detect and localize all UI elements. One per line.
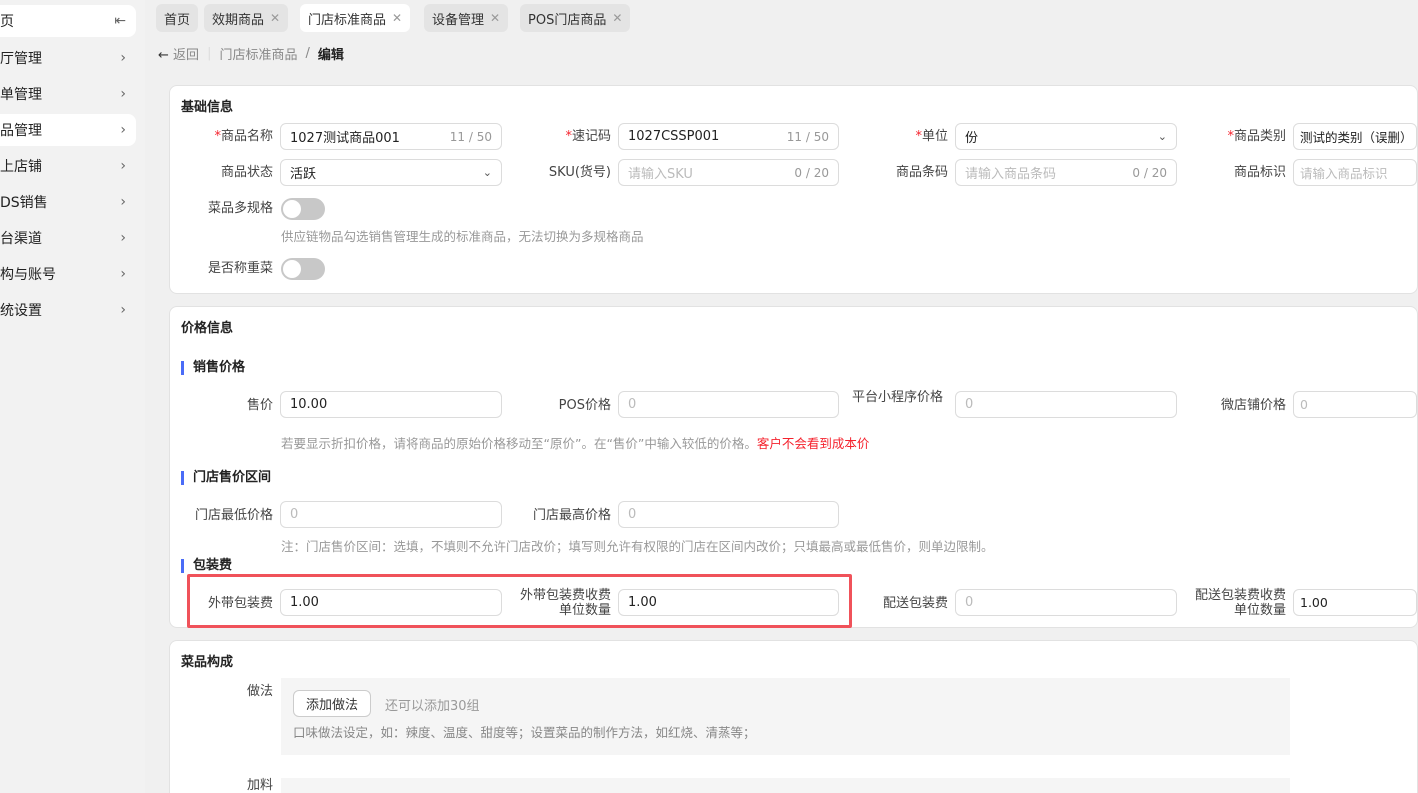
tab-device[interactable]: 设备管理 ✕ bbox=[424, 4, 509, 32]
section-title: 价格信息 bbox=[181, 321, 234, 336]
name-input[interactable]: 1027测试商品001 11 / 50 bbox=[280, 123, 502, 150]
chevron-down-icon: ⌄ bbox=[1157, 130, 1167, 143]
chevron-right-icon: › bbox=[120, 266, 126, 282]
chevron-right-icon: › bbox=[120, 230, 126, 246]
subsection-title: 销售价格 bbox=[181, 361, 245, 375]
chevron-right-icon: › bbox=[120, 86, 126, 102]
subsection-title: 包装费 bbox=[181, 559, 232, 573]
sidebar-item[interactable]: 品管理 › bbox=[0, 114, 136, 146]
subsection-title: 门店售价区间 bbox=[181, 471, 271, 485]
mark-input[interactable]: 请输入商品标识 bbox=[1293, 159, 1417, 186]
wx-price-input[interactable]: 0 bbox=[1293, 391, 1417, 418]
chevron-right-icon: › bbox=[120, 122, 126, 138]
mini-price-input[interactable]: 0 bbox=[955, 391, 1177, 418]
chevron-right-icon: › bbox=[120, 158, 126, 174]
sidebar-item[interactable]: 构与账号 › bbox=[0, 258, 136, 290]
sidebar: 页 ⇤ 厅管理 › 单管理 › 品管理 › 上店铺 › DS销售 › 台渠道 › 构与账号 › … bbox=[0, 0, 145, 793]
delivery-pack-input[interactable]: 0 bbox=[955, 589, 1177, 616]
close-icon[interactable]: ✕ bbox=[612, 11, 622, 25]
tab-store-standard[interactable]: 门店标准商品 ✕ bbox=[300, 4, 411, 32]
price-info-card: 价格信息 销售价格 售价 10.00 POS价格 0 平台小程序价格 0 微店铺… bbox=[169, 306, 1418, 628]
min-price-input[interactable]: 0 bbox=[280, 501, 502, 528]
back-button[interactable]: ← 返回 bbox=[158, 44, 199, 63]
sidebar-item[interactable]: 上店铺 › bbox=[0, 150, 136, 182]
chevron-right-icon: › bbox=[120, 302, 126, 318]
sale-price-input[interactable]: 10.00 bbox=[280, 391, 502, 418]
chevron-down-icon: ⌄ bbox=[482, 166, 492, 179]
close-icon[interactable]: ✕ bbox=[392, 11, 402, 25]
breadcrumb: ← 返回 | 门店标准商品 / 编辑 bbox=[158, 44, 344, 63]
add-method-button[interactable]: 添加做法 bbox=[293, 690, 372, 717]
chevron-right-icon: › bbox=[120, 50, 126, 66]
takeout-unit-input[interactable]: 1.00 bbox=[618, 589, 839, 616]
sidebar-item[interactable]: 统设置 › bbox=[0, 294, 136, 326]
pos-price-input[interactable]: 0 bbox=[618, 391, 839, 418]
arrow-left-icon: ← bbox=[158, 48, 169, 63]
sku-input[interactable]: 请输入SKU 0 / 20 bbox=[618, 159, 839, 186]
section-title: 菜品构成 bbox=[181, 655, 234, 670]
collapse-icon[interactable]: ⇤ bbox=[114, 13, 126, 29]
unit-select[interactable]: 份 ⌄ bbox=[955, 123, 1177, 150]
weigh-toggle[interactable] bbox=[281, 258, 325, 280]
divider: | bbox=[207, 46, 212, 61]
breadcrumb-parent[interactable]: 门店标准商品 bbox=[219, 44, 297, 63]
method-panel: 添加做法 还可以添加30组 口味做法设定，如：辣度、温度、甜度等；设置菜品的制作… bbox=[281, 678, 1290, 755]
close-icon[interactable]: ✕ bbox=[270, 11, 280, 25]
multispec-toggle[interactable] bbox=[281, 198, 325, 220]
category-select[interactable]: 测试的类别（误删） bbox=[1293, 123, 1417, 150]
close-icon[interactable]: ✕ bbox=[490, 11, 500, 25]
code-input[interactable]: 1027CSSP001 11 / 50 bbox=[618, 123, 839, 150]
sidebar-item-home[interactable]: 页 ⇤ bbox=[0, 5, 136, 37]
sidebar-item[interactable]: 台渠道 › bbox=[0, 222, 136, 254]
tab-pos-goods[interactable]: POS门店商品 ✕ bbox=[520, 4, 631, 32]
sidebar-item[interactable]: 厅管理 › bbox=[0, 42, 136, 74]
breadcrumb-current: 编辑 bbox=[317, 48, 344, 63]
status-select[interactable]: 活跃 ⌄ bbox=[280, 159, 502, 186]
sidebar-item[interactable]: 单管理 › bbox=[0, 78, 136, 110]
sidebar-item[interactable]: DS销售 › bbox=[0, 186, 136, 218]
barcode-input[interactable]: 请输入商品条码 0 / 20 bbox=[955, 159, 1177, 186]
basic-info-card: 基础信息 *商品名称 1027测试商品001 11 / 50 *速记码 1027C… bbox=[169, 85, 1418, 294]
takeout-pack-input[interactable]: 1.00 bbox=[280, 589, 502, 616]
topping-panel bbox=[281, 778, 1290, 793]
section-title: 基础信息 bbox=[181, 100, 234, 115]
chevron-right-icon: › bbox=[120, 194, 126, 210]
tab-home[interactable]: 首页 bbox=[156, 4, 199, 32]
compose-card: 菜品构成 做法 添加做法 还可以添加30组 口味做法设定，如：辣度、温度、甜度等… bbox=[169, 640, 1418, 793]
tab-expiry[interactable]: 效期商品 ✕ bbox=[204, 4, 289, 32]
max-price-input[interactable]: 0 bbox=[618, 501, 839, 528]
delivery-unit-input[interactable]: 1.00 bbox=[1293, 589, 1417, 616]
